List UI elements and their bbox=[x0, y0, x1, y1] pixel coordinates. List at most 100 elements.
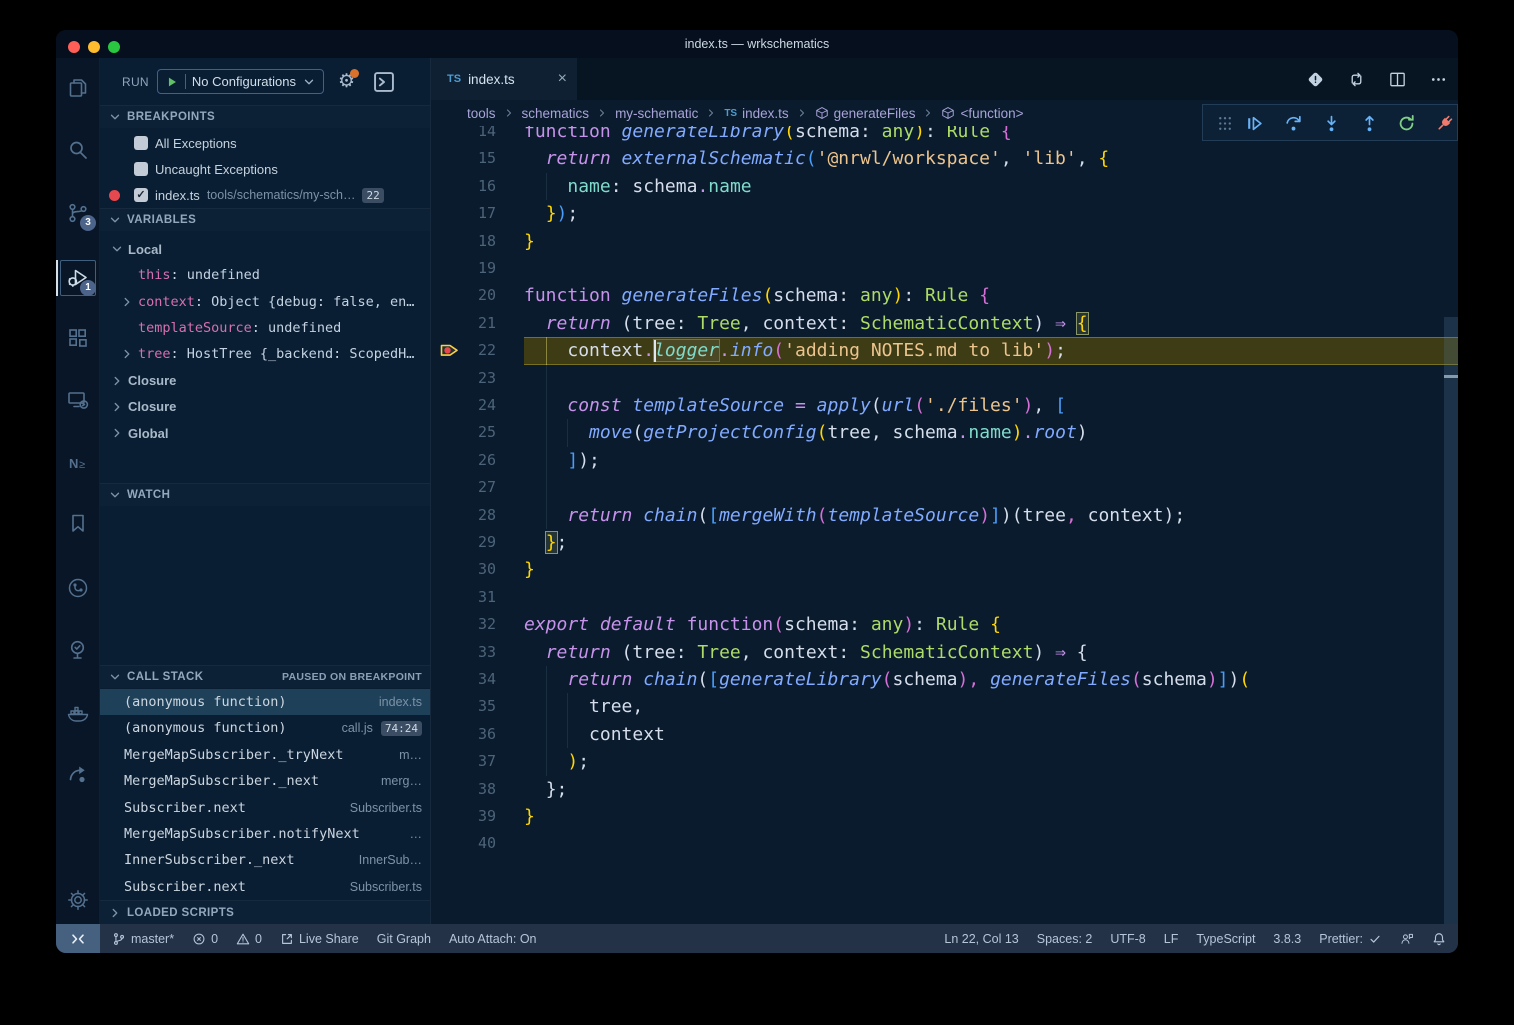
line-number-39[interactable]: 39 bbox=[431, 803, 496, 830]
status-item-auto-attach[interactable]: Auto Attach: On bbox=[449, 924, 537, 953]
activity-bar-item-nx-console[interactable]: N≥ bbox=[66, 451, 90, 475]
code-line-30[interactable]: } bbox=[524, 556, 1458, 583]
variables-section-header[interactable]: VARIABLES bbox=[100, 208, 430, 231]
breakpoint-row[interactable]: All Exceptions bbox=[100, 130, 430, 156]
breadcrumb-item[interactable]: TSindex.ts bbox=[724, 106, 788, 121]
activity-bar-item-source-control[interactable]: 3 bbox=[66, 201, 90, 225]
line-number-28[interactable]: 28 bbox=[431, 502, 496, 529]
chevron-right-icon[interactable] bbox=[120, 347, 134, 361]
code-line-26[interactable]: ]); bbox=[524, 447, 1458, 474]
code-editor[interactable]: 14function generateLibrary(schema: any):… bbox=[431, 58, 1458, 924]
line-number-38[interactable]: 38 bbox=[431, 776, 496, 803]
line-number-35[interactable]: 35 bbox=[431, 693, 496, 720]
debug-console-button[interactable] bbox=[373, 71, 395, 93]
status-item-feedback[interactable] bbox=[1400, 924, 1414, 953]
code-line-28[interactable]: return chain([mergeWith(templateSource)]… bbox=[524, 502, 1458, 529]
line-number-29[interactable]: 29 bbox=[431, 529, 496, 556]
activity-bar-item-extensions[interactable] bbox=[66, 326, 90, 350]
stack-frame-row[interactable]: Subscriber.nextSubscriber.ts bbox=[100, 794, 430, 820]
line-number-21[interactable]: 21 bbox=[431, 310, 496, 337]
line-number-33[interactable]: 33 bbox=[431, 639, 496, 666]
line-number-17[interactable]: 17 bbox=[431, 200, 496, 227]
loaded-scripts-section-header[interactable]: LOADED SCRIPTS bbox=[100, 900, 430, 924]
breakpoint-checkbox[interactable] bbox=[134, 162, 148, 176]
line-number-23[interactable]: 23 bbox=[431, 365, 496, 392]
stack-frame-row[interactable]: Subscriber.nextSubscriber.ts bbox=[100, 874, 430, 900]
code-line-35[interactable]: tree, bbox=[524, 693, 1458, 720]
step-over-button[interactable] bbox=[1284, 114, 1303, 133]
code-line-21[interactable]: return (tree: Tree, context: SchematicCo… bbox=[524, 310, 1458, 337]
activity-bar-item-explorer[interactable] bbox=[66, 76, 90, 100]
variable-row[interactable]: templateSource: undefined bbox=[100, 315, 430, 341]
code-line-19[interactable] bbox=[524, 255, 1458, 282]
line-number-18[interactable]: 18 bbox=[431, 228, 496, 255]
code-line-40[interactable] bbox=[524, 830, 1458, 857]
activity-bar-item-remote-explorer[interactable] bbox=[66, 388, 90, 412]
breakpoint-checkbox[interactable]: ✓ bbox=[134, 188, 148, 202]
code-line-34[interactable]: return chain([generateLibrary(schema), g… bbox=[524, 666, 1458, 693]
variable-scope-local[interactable]: Local bbox=[100, 236, 430, 262]
code-line-25[interactable]: move(getProjectConfig(tree, schema.name)… bbox=[524, 419, 1458, 446]
code-line-16[interactable]: name: schema.name bbox=[524, 173, 1458, 200]
breadcrumb-item[interactable]: <function> bbox=[941, 106, 1023, 121]
breadcrumb-item[interactable]: schematics bbox=[522, 106, 590, 121]
call-stack-section-header[interactable]: CALL STACKPAUSED ON BREAKPOINT bbox=[100, 665, 430, 688]
status-item-indentation[interactable]: Spaces: 2 bbox=[1037, 924, 1093, 953]
breakpoint-checkbox[interactable] bbox=[134, 136, 148, 150]
code-line-23[interactable] bbox=[524, 365, 1458, 392]
code-line-17[interactable]: }); bbox=[524, 200, 1458, 227]
stack-frame-row[interactable]: InnerSubscriber._nextInnerSub… bbox=[100, 847, 430, 873]
code-line-37[interactable]: ); bbox=[524, 748, 1458, 775]
stack-frame-row[interactable]: (anonymous function)index.ts bbox=[100, 689, 430, 715]
line-number-24[interactable]: 24 bbox=[431, 392, 496, 419]
activity-bar-item-docker[interactable] bbox=[66, 701, 90, 725]
line-number-25[interactable]: 25 bbox=[431, 419, 496, 446]
more-actions-button[interactable] bbox=[1429, 70, 1448, 89]
status-item-encoding[interactable]: UTF-8 bbox=[1110, 924, 1145, 953]
variable-row[interactable]: tree: HostTree {_backend: ScopedH… bbox=[100, 341, 430, 367]
code-line-27[interactable] bbox=[524, 474, 1458, 501]
continue-button[interactable] bbox=[1245, 114, 1264, 133]
activity-bar-item-live-share[interactable] bbox=[66, 763, 90, 787]
status-item-git-graph[interactable]: Git Graph bbox=[377, 924, 431, 953]
tab-index-ts[interactable]: TS index.ts × bbox=[431, 58, 577, 100]
status-item-cursor-position[interactable]: Ln 22, Col 13 bbox=[944, 924, 1018, 953]
line-number-40[interactable]: 40 bbox=[431, 830, 496, 857]
drag-handle[interactable] bbox=[1215, 114, 1234, 133]
variable-scope-closure[interactable]: Closure bbox=[100, 367, 430, 393]
status-item-live-share[interactable]: Live Share bbox=[280, 924, 359, 953]
code-line-33[interactable]: return (tree: Tree, context: SchematicCo… bbox=[524, 639, 1458, 666]
vertical-scrollbar[interactable] bbox=[1444, 317, 1458, 924]
activity-bar-item-search[interactable] bbox=[66, 138, 90, 162]
code-line-32[interactable]: export default function(schema: any): Ru… bbox=[524, 611, 1458, 638]
watch-section-header[interactable]: WATCH bbox=[100, 483, 430, 506]
breadcrumb-item[interactable]: tools bbox=[467, 106, 496, 121]
breadcrumb-item[interactable]: my-schematic bbox=[615, 106, 698, 121]
variable-scope-closure[interactable]: Closure bbox=[100, 394, 430, 420]
status-item-notifications[interactable] bbox=[1432, 924, 1446, 953]
activity-bar-item-run-and-debug[interactable]: 1 bbox=[66, 266, 90, 290]
open-changes-button[interactable] bbox=[1306, 70, 1325, 89]
variable-row[interactable]: this: undefined bbox=[100, 262, 430, 288]
line-number-34[interactable]: 34 bbox=[431, 666, 496, 693]
code-line-24[interactable]: const templateSource = apply(url('./file… bbox=[524, 392, 1458, 419]
code-line-38[interactable]: }; bbox=[524, 776, 1458, 803]
breakpoint-row[interactable]: ✓index.tstools/schematics/my-sch…22 bbox=[100, 182, 430, 208]
chevron-right-icon[interactable] bbox=[120, 295, 134, 309]
line-number-15[interactable]: 15 bbox=[431, 145, 496, 172]
stack-frame-row[interactable]: MergeMapSubscriber._nextmerg… bbox=[100, 768, 430, 794]
status-item-remote-indicator[interactable] bbox=[56, 924, 100, 953]
restart-button[interactable] bbox=[1397, 114, 1416, 133]
stack-frame-row[interactable]: (anonymous function)call.js74:24 bbox=[100, 715, 430, 741]
line-number-37[interactable]: 37 bbox=[431, 748, 496, 775]
code-line-18[interactable]: } bbox=[524, 228, 1458, 255]
step-into-button[interactable] bbox=[1322, 114, 1341, 133]
stack-frame-row[interactable]: MergeMapSubscriber._tryNextm… bbox=[100, 742, 430, 768]
line-number-19[interactable]: 19 bbox=[431, 255, 496, 282]
start-debug-icon[interactable] bbox=[165, 75, 179, 89]
activity-bar-item-git-graph[interactable] bbox=[66, 576, 90, 600]
variable-scope-global[interactable]: Global bbox=[100, 420, 430, 446]
disconnect-button[interactable] bbox=[1435, 114, 1454, 133]
split-editor-button[interactable] bbox=[1388, 70, 1407, 89]
status-item-language[interactable]: TypeScript bbox=[1196, 924, 1255, 953]
